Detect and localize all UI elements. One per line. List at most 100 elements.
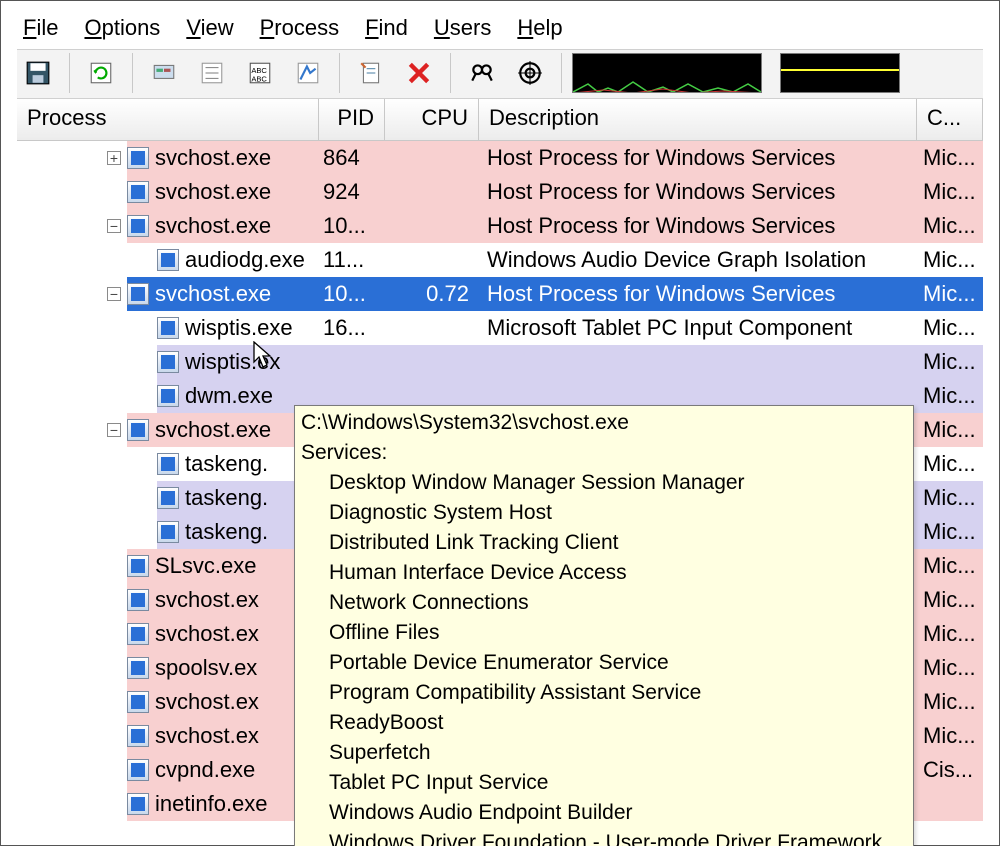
cell-company: Mic... <box>917 345 983 379</box>
process-name: cvpnd.exe <box>155 753 255 787</box>
cell-company: Mic... <box>917 515 983 549</box>
svg-text:ABC: ABC <box>251 75 267 84</box>
refresh-icon <box>88 60 114 86</box>
toolbar-tree[interactable] <box>191 52 233 94</box>
dll-icon: ABCABC <box>247 60 273 86</box>
toolbar-sysinfo[interactable] <box>143 52 185 94</box>
column-headers: Process PID CPU Description C... <box>17 99 983 141</box>
cell-company: Mic... <box>917 447 983 481</box>
expand-icon[interactable]: + <box>107 151 121 165</box>
process-tooltip: C:\Windows\System32\svchost.exe Services… <box>294 405 914 846</box>
tooltip-service-item: Windows Driver Foundation - User-mode Dr… <box>301 828 907 846</box>
cell-cpu: 0.72 <box>385 277 479 311</box>
menu-users[interactable]: Users <box>434 15 491 41</box>
menu-view[interactable]: View <box>186 15 233 41</box>
process-name: SLsvc.exe <box>155 549 257 583</box>
col-header-process[interactable]: Process <box>17 99 319 140</box>
tooltip-service-item: Desktop Window Manager Session Manager <box>301 468 907 498</box>
tooltip-service-item: Superfetch <box>301 738 907 768</box>
find-icon <box>469 60 495 86</box>
process-icon <box>127 589 149 611</box>
cell-company: Mic... <box>917 583 983 617</box>
cell-company: Mic... <box>917 175 983 209</box>
save-icon <box>25 60 51 86</box>
tooltip-service-item: Program Compatibility Assistant Service <box>301 678 907 708</box>
cell-pid: 864 <box>319 141 385 175</box>
tooltip-services-heading: Services: <box>301 438 907 468</box>
process-icon <box>127 147 149 169</box>
process-icon <box>127 623 149 645</box>
col-header-pid[interactable]: PID <box>319 99 385 140</box>
col-header-company[interactable]: C... <box>917 99 983 140</box>
toolbar-target[interactable] <box>509 52 551 94</box>
process-name: svchost.ex <box>155 719 259 753</box>
process-icon <box>127 419 149 441</box>
cell-company: Mic... <box>917 685 983 719</box>
cell-cpu <box>385 209 479 243</box>
toolbar-properties[interactable] <box>350 52 392 94</box>
toolbar-dll[interactable]: ABCABC <box>239 52 281 94</box>
tooltip-service-item: Tablet PC Input Service <box>301 768 907 798</box>
process-name: audiodg.exe <box>185 243 305 277</box>
table-row[interactable]: −svchost.exe10...Host Process for Window… <box>17 209 983 243</box>
toolbar-refresh[interactable] <box>80 52 122 94</box>
toolbar-handle[interactable] <box>287 52 329 94</box>
cell-cpu <box>385 311 479 345</box>
menu-bar: File Options View Process Find Users Hel… <box>17 15 983 49</box>
cell-description: Host Process for Windows Services <box>479 175 917 209</box>
collapse-icon[interactable]: − <box>107 219 121 233</box>
col-header-cpu[interactable]: CPU <box>385 99 479 140</box>
table-row[interactable]: wisptis.exe16...Microsoft Tablet PC Inpu… <box>17 311 983 345</box>
collapse-icon[interactable]: − <box>107 423 121 437</box>
tooltip-service-item: ReadyBoost <box>301 708 907 738</box>
mem-graph <box>780 53 900 93</box>
menu-process[interactable]: Process <box>260 15 339 41</box>
menu-help[interactable]: Help <box>517 15 562 41</box>
toolbar-kill[interactable] <box>398 52 440 94</box>
process-name: svchost.ex <box>155 583 259 617</box>
toolbar: ABCABC <box>17 49 983 99</box>
process-icon <box>157 249 179 271</box>
cell-cpu <box>385 345 479 379</box>
cursor-icon <box>253 341 275 371</box>
table-row[interactable]: −svchost.exe10...0.72Host Process for Wi… <box>17 277 983 311</box>
cell-pid: 10... <box>319 277 385 311</box>
cell-description: Host Process for Windows Services <box>479 277 917 311</box>
menu-file[interactable]: File <box>23 15 58 41</box>
process-icon <box>157 521 179 543</box>
table-row[interactable]: audiodg.exe11...Windows Audio Device Gra… <box>17 243 983 277</box>
process-icon <box>127 759 149 781</box>
cell-cpu <box>385 141 479 175</box>
cell-company: Cis... <box>917 753 983 787</box>
process-name: svchost.exe <box>155 413 271 447</box>
process-icon <box>157 317 179 339</box>
table-row[interactable]: svchost.exe924Host Process for Windows S… <box>17 175 983 209</box>
process-icon <box>157 385 179 407</box>
process-icon <box>157 351 179 373</box>
process-name: svchost.ex <box>155 617 259 651</box>
menu-options[interactable]: Options <box>84 15 160 41</box>
process-icon <box>127 691 149 713</box>
table-row[interactable]: wisptis.exMic... <box>17 345 983 379</box>
tooltip-service-item: Distributed Link Tracking Client <box>301 528 907 558</box>
cell-description: Microsoft Tablet PC Input Component <box>479 311 917 345</box>
table-row[interactable]: +svchost.exe864Host Process for Windows … <box>17 141 983 175</box>
cpu-graph <box>572 53 762 93</box>
target-icon <box>517 60 543 86</box>
process-icon <box>127 215 149 237</box>
menu-find[interactable]: Find <box>365 15 408 41</box>
system-info-icon <box>151 60 177 86</box>
process-icon <box>127 657 149 679</box>
cell-company: Mic... <box>917 651 983 685</box>
cell-company: Mic... <box>917 311 983 345</box>
toolbar-save[interactable] <box>17 52 59 94</box>
cell-company: Mic... <box>917 209 983 243</box>
col-header-description[interactable]: Description <box>479 99 917 140</box>
process-name: taskeng. <box>185 481 268 515</box>
process-icon <box>127 283 149 305</box>
cell-pid: 11... <box>319 243 385 277</box>
cell-cpu <box>385 175 479 209</box>
collapse-icon[interactable]: − <box>107 287 121 301</box>
tooltip-service-item: Offline Files <box>301 618 907 648</box>
toolbar-find[interactable] <box>461 52 503 94</box>
